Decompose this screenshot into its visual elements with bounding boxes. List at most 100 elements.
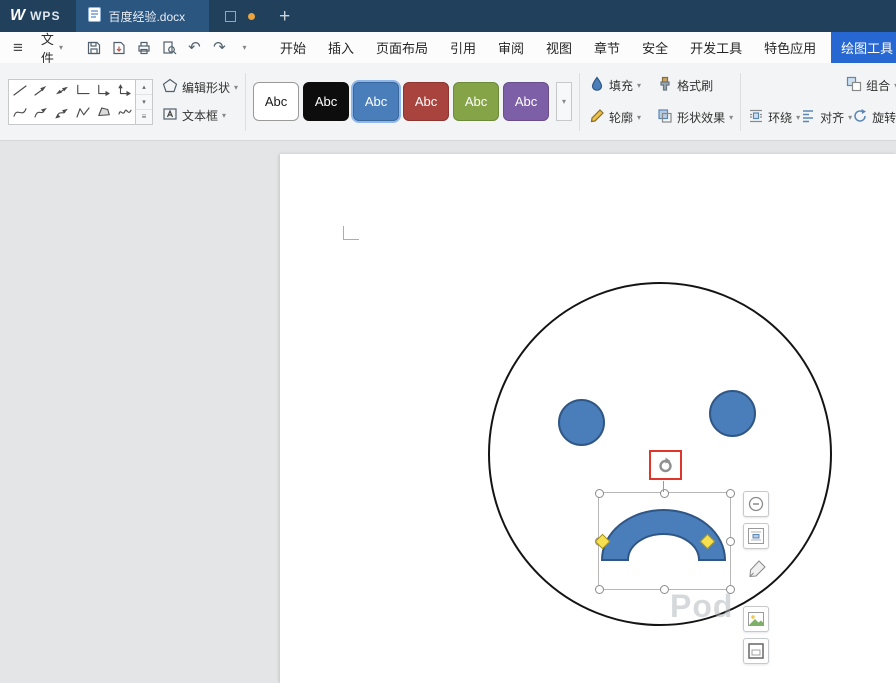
gallery-more-icon[interactable]: ≡ xyxy=(136,110,152,124)
shape-style-option-4[interactable]: Abc xyxy=(403,82,449,121)
chevron-down-icon: ▾ xyxy=(729,114,733,122)
format-painter-label: 格式刷 xyxy=(677,77,713,94)
outline-icon xyxy=(589,108,605,127)
print-icon[interactable] xyxy=(132,36,157,60)
shape-gallery-cells xyxy=(8,79,136,125)
right-eye-shape[interactable] xyxy=(709,390,756,437)
highlight-box xyxy=(649,450,682,480)
closed-freeform-icon[interactable] xyxy=(93,102,114,124)
tab-home[interactable]: 开始 xyxy=(269,32,317,63)
margin-mark xyxy=(343,226,359,240)
redo-icon[interactable]: ↷ xyxy=(207,36,232,60)
elbow-arrow-icon[interactable] xyxy=(93,80,114,102)
gallery-scroll-up-icon[interactable]: ▴ xyxy=(136,80,152,95)
shape-style-option-6[interactable]: Abc xyxy=(503,82,549,121)
curved-arrow-icon[interactable] xyxy=(30,102,51,124)
separator xyxy=(740,73,741,131)
group-button[interactable]: 组合 ▾ xyxy=(846,76,896,95)
document-tab[interactable]: 百度经验.docx xyxy=(76,0,209,32)
minus-circle-icon xyxy=(748,496,764,512)
text-box-icon xyxy=(162,106,178,125)
text-box-button[interactable]: 文本框 ▾ xyxy=(162,106,238,125)
picture-tool-button[interactable] xyxy=(743,606,769,632)
tab-page-layout[interactable]: 页面布局 xyxy=(365,32,439,63)
chevron-down-icon: ▾ xyxy=(637,114,641,122)
undo-icon[interactable]: ↶ xyxy=(182,36,207,60)
arrow-icon[interactable] xyxy=(30,80,51,102)
tab-section[interactable]: 章节 xyxy=(583,32,631,63)
layout-options-button[interactable] xyxy=(743,523,769,549)
fill-button[interactable]: 填充 ▾ xyxy=(589,76,641,95)
rotate-button[interactable]: 旋转 ▾ xyxy=(852,108,896,127)
freeform-icon[interactable] xyxy=(72,102,93,124)
wps-window: W WPS 百度经验.docx + ≡ 文件 ▾ ↶↷▾ 开始 插入 页面布局 … xyxy=(0,0,896,683)
unsaved-indicator-dot xyxy=(248,13,255,20)
wrap-button[interactable]: 环绕 ▾ xyxy=(748,108,800,127)
shape-effects-button[interactable]: 形状效果 ▾ xyxy=(657,108,733,127)
line-icon[interactable] xyxy=(9,80,30,102)
new-tab-button[interactable]: + xyxy=(279,7,290,26)
fill-label: 填充 xyxy=(609,77,633,94)
tab-overview-icon[interactable] xyxy=(225,11,236,22)
frame-icon xyxy=(747,642,765,660)
arrange-group: 组合 ▾ 环绕 ▾ 对齐 ▾ 旋转 ▾ xyxy=(748,76,896,127)
shape-style-option-1[interactable]: Abc xyxy=(253,82,299,121)
styles-more-button[interactable]: ▾ xyxy=(556,82,572,121)
outline-button[interactable]: 轮廓 ▾ xyxy=(589,108,641,127)
fill-outline-group: 填充 ▾ 格式刷 轮廓 ▾ 形状效果 ▾ xyxy=(589,76,733,127)
chevron-down-icon: ▾ xyxy=(222,112,226,120)
ribbon: ▴ ▾ ≡ 编辑形状 ▾ 文本框 ▾ Abc Abc Abc Abc Abc xyxy=(0,63,896,141)
shape-effects-icon xyxy=(657,108,673,127)
scribble-icon[interactable] xyxy=(114,102,135,124)
chevron-down-icon: ▾ xyxy=(637,82,641,90)
edit-shape-icon xyxy=(162,78,178,97)
shape-style-option-3[interactable]: Abc xyxy=(353,82,399,121)
picture-icon xyxy=(747,610,765,628)
tab-drawing-tools[interactable]: 绘图工具 xyxy=(831,32,896,63)
format-painter-button[interactable]: 格式刷 xyxy=(657,76,733,95)
tab-developer[interactable]: 开发工具 xyxy=(679,32,753,63)
chevron-down-icon: ▾ xyxy=(59,44,63,52)
elbow-double-arrow-icon[interactable] xyxy=(114,80,135,102)
tab-review[interactable]: 审阅 xyxy=(487,32,535,63)
edit-shape-button[interactable]: 编辑形状 ▾ xyxy=(162,78,238,97)
export-icon[interactable] xyxy=(107,36,132,60)
elbow-icon[interactable] xyxy=(72,80,93,102)
chevron-down-icon: ▾ xyxy=(562,98,566,106)
chevron-down-icon: ▾ xyxy=(234,84,238,92)
tab-special-features[interactable]: 特色应用 xyxy=(753,32,827,63)
tab-view[interactable]: 视图 xyxy=(535,32,583,63)
frame-tool-button[interactable] xyxy=(743,638,769,664)
tab-references[interactable]: 引用 xyxy=(439,32,487,63)
shape-style-option-5[interactable]: Abc xyxy=(453,82,499,121)
rotate-handle-icon[interactable] xyxy=(657,457,674,474)
wps-logo[interactable]: W WPS xyxy=(0,0,76,32)
ribbon-tabs: 开始 插入 页面布局 引用 审阅 视图 章节 安全 开发工具 特色应用 绘图工具 xyxy=(269,32,896,63)
rotation-connector-line xyxy=(663,481,664,492)
double-arrow-icon[interactable] xyxy=(51,80,72,102)
edit-shape-group: 编辑形状 ▾ 文本框 ▾ xyxy=(162,78,238,125)
rotate-icon xyxy=(852,108,868,127)
toolbar-more-icon[interactable]: ▾ xyxy=(232,36,257,60)
save-icon[interactable] xyxy=(82,36,107,60)
document-tab-title: 百度经验.docx xyxy=(108,8,185,25)
shape-style-option-2[interactable]: Abc xyxy=(303,82,349,121)
preview-icon[interactable] xyxy=(157,36,182,60)
separator xyxy=(245,73,246,131)
pen-icon xyxy=(747,559,767,579)
layout-options-icon xyxy=(747,527,765,545)
file-menu-button[interactable]: 文件 ▾ xyxy=(32,29,72,67)
gallery-scroll-down-icon[interactable]: ▾ xyxy=(136,95,152,110)
curved-double-arrow-icon[interactable] xyxy=(51,102,72,124)
tab-insert[interactable]: 插入 xyxy=(317,32,365,63)
document-icon xyxy=(88,7,101,25)
tab-security[interactable]: 安全 xyxy=(631,32,679,63)
collapse-toolbar-button[interactable] xyxy=(743,491,769,517)
file-menu-label: 文件 xyxy=(41,29,54,67)
curve-icon[interactable] xyxy=(9,102,30,124)
shape-style-gallery: Abc Abc Abc Abc Abc Abc ▾ xyxy=(253,82,572,121)
quick-style-brush-button[interactable] xyxy=(745,556,769,582)
align-button[interactable]: 对齐 ▾ xyxy=(800,108,852,127)
hamburger-menu-icon[interactable]: ≡ xyxy=(0,39,32,56)
left-eye-shape[interactable] xyxy=(558,399,605,446)
